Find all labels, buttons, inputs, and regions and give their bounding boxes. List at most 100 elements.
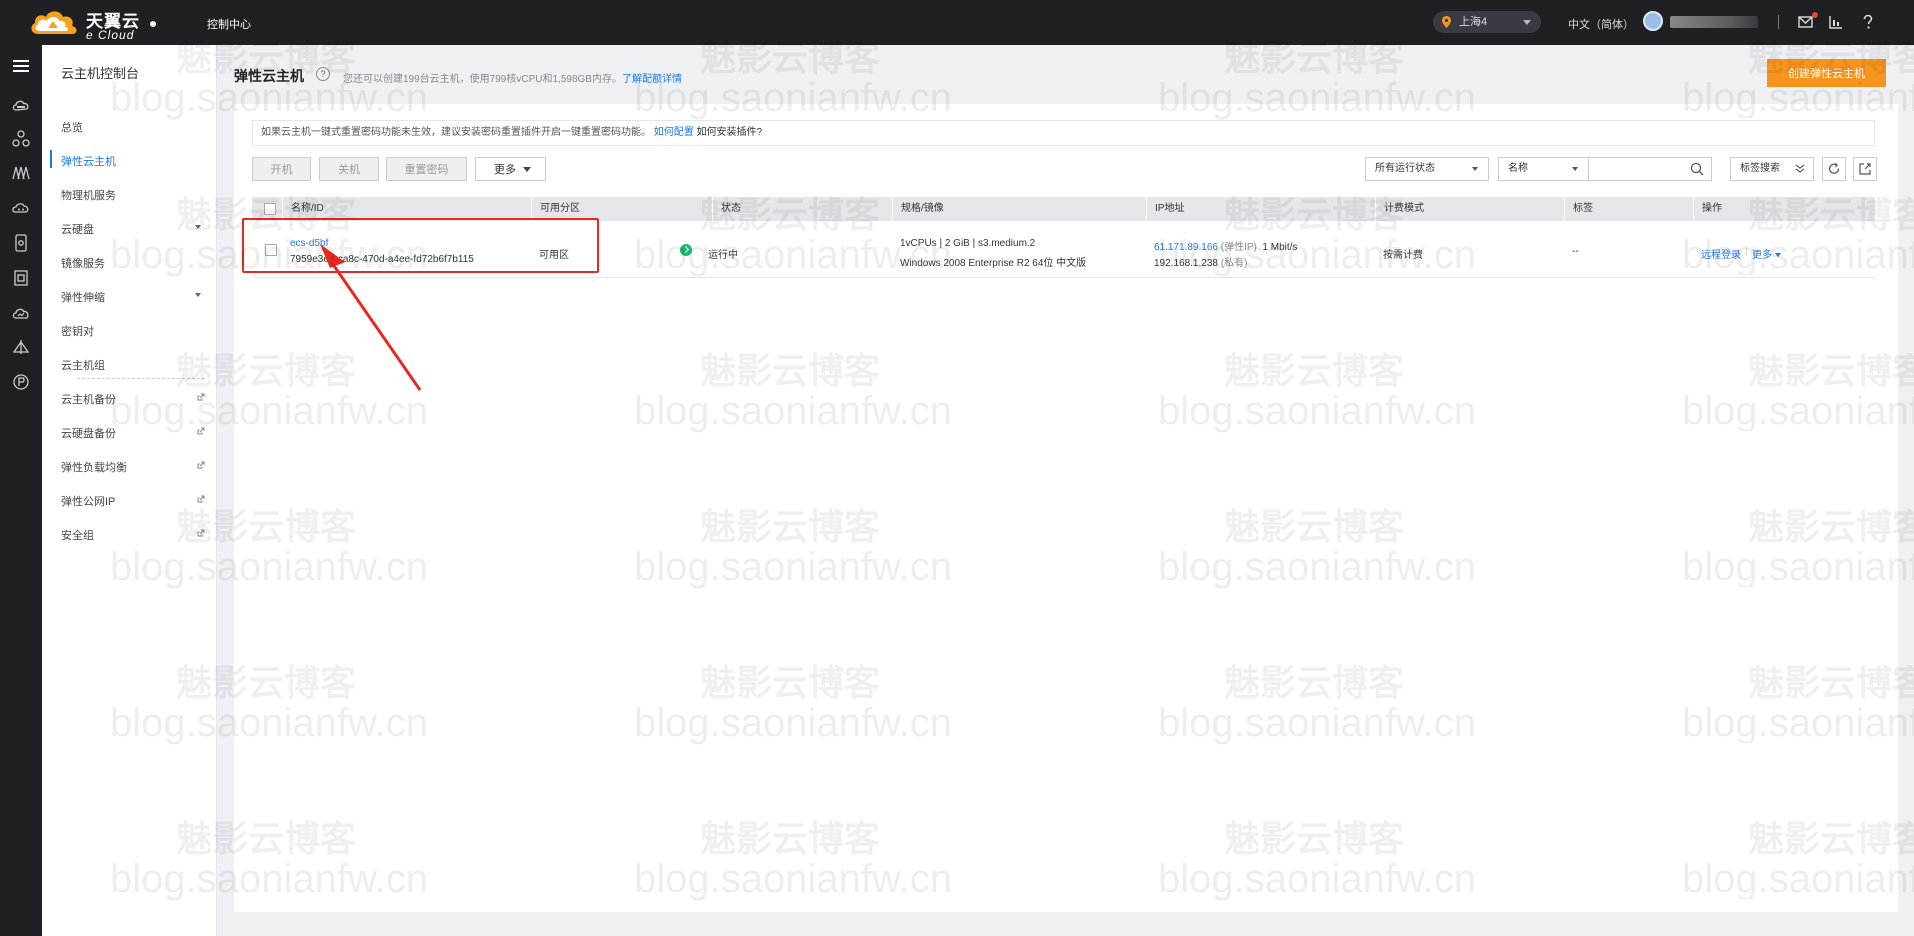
- external-link-icon: [197, 461, 205, 469]
- chevron-down-icon: [195, 293, 201, 297]
- disk-icon[interactable]: [10, 232, 32, 254]
- sidebar-item-load-balancer[interactable]: 弹性负载均衡: [61, 459, 211, 475]
- quota-text: 您还可以创建199台云主机，使用799核vCPU和1,598GB内存。: [343, 74, 622, 85]
- tag-search-label: 标签搜索: [1740, 163, 1780, 174]
- running-status-icon: [680, 244, 692, 256]
- external-link-icon: [197, 529, 205, 537]
- sidebar-item-label: 云硬盘备份: [61, 428, 116, 440]
- sidebar-item-label: 弹性负载均衡: [61, 462, 127, 474]
- private-ip: 192.168.1.238 (私有): [1154, 254, 1247, 269]
- status-text: 运行中: [708, 250, 738, 261]
- chevron-down-icon: [1774, 253, 1781, 258]
- database-icon[interactable]: [10, 197, 32, 219]
- how-to-install-plugin-link[interactable]: 如何安装插件?: [697, 127, 763, 138]
- column-header-actions: 操作: [1693, 197, 1875, 221]
- sidebar-item-image-service[interactable]: 镜像服务: [61, 255, 211, 271]
- user-avatar[interactable]: [1643, 11, 1663, 31]
- quota-details-link[interactable]: 了解配额详情: [622, 74, 682, 85]
- action-separator: |: [1745, 246, 1748, 257]
- row-more-actions[interactable]: 更多: [1752, 246, 1781, 261]
- elastic-ip-link[interactable]: 61.171.89.166: [1154, 242, 1218, 253]
- column-header-spec-image[interactable]: 规格/镜像: [892, 197, 1146, 221]
- region-selector[interactable]: 上海4: [1433, 11, 1541, 33]
- search-field-value: 名称: [1508, 163, 1528, 174]
- external-link-icon: [197, 495, 205, 503]
- logo-english-text: e Cloud: [86, 28, 135, 42]
- search-input[interactable]: [1589, 157, 1712, 181]
- start-button[interactable]: 开机: [252, 157, 311, 181]
- create-server-button[interactable]: 创建弹性云主机: [1767, 59, 1886, 87]
- search-field-select[interactable]: 名称: [1498, 157, 1589, 181]
- column-header-tags[interactable]: 标签: [1564, 197, 1693, 221]
- sidebar-item-label: 镜像服务: [61, 258, 105, 270]
- chevron-down-icon: [523, 167, 531, 172]
- security-icon[interactable]: [10, 267, 32, 289]
- chevron-down-icon: [195, 225, 201, 229]
- private-ip-value: 192.168.1.238: [1154, 258, 1218, 269]
- sidebar-item-label: 弹性云主机: [61, 156, 116, 168]
- sidebar-item-disk-backup[interactable]: 云硬盘备份: [61, 425, 211, 441]
- icon-rail: [0, 45, 42, 936]
- export-button[interactable]: [1853, 157, 1877, 181]
- export-icon: [1859, 163, 1871, 175]
- network-icon[interactable]: [10, 128, 32, 150]
- logo-dot: [150, 21, 156, 27]
- server-spec: 1vCPUs | 2 GiB | s3.medium.2: [900, 238, 1036, 249]
- billing-mode: 按需计费: [1383, 250, 1423, 261]
- ecloud-logo[interactable]: 天翼云 e Cloud: [28, 6, 158, 42]
- console-link[interactable]: 控制中心: [207, 16, 251, 32]
- help-circle-icon[interactable]: ?: [316, 67, 330, 81]
- cloud-monitor-icon[interactable]: [10, 302, 32, 324]
- status-filter-select[interactable]: 所有运行状态: [1365, 157, 1489, 181]
- notice-banner: 如果云主机一键式重置密码功能未生效，建议安装密码重置插件开启一键重置密码功能。 …: [252, 120, 1875, 146]
- tag-search-button[interactable]: 标签搜索: [1730, 157, 1814, 181]
- reset-password-button[interactable]: 重置密码: [386, 157, 467, 181]
- sidebar-item-server-backup[interactable]: 云主机备份: [61, 391, 211, 407]
- cloud-server-icon[interactable]: [10, 94, 32, 116]
- column-header-status[interactable]: 状态: [712, 197, 892, 221]
- menu-icon[interactable]: [10, 55, 32, 77]
- sidebar-item-key-pair[interactable]: 密钥对: [61, 323, 211, 339]
- remote-login-link[interactable]: 远程登录: [1701, 246, 1741, 261]
- bandwidth: 1 Mbit/s: [1262, 242, 1298, 253]
- refresh-button[interactable]: [1822, 157, 1846, 181]
- quota-info: 您还可以创建199台云主机，使用799核vCPU和1,598GB内存。了解配额详…: [343, 70, 682, 85]
- sidenav-title: 云主机控制台: [61, 66, 140, 81]
- sidebar-item-cloud-disk[interactable]: 云硬盘: [61, 221, 211, 237]
- column-header-ip[interactable]: IP地址: [1146, 197, 1375, 221]
- sidebar-item-label: 弹性伸缩: [61, 292, 105, 304]
- chevron-down-icon: [1572, 167, 1578, 171]
- column-header-billing[interactable]: 计费模式: [1375, 197, 1564, 221]
- sidebar-item-server-group[interactable]: 云主机组: [61, 357, 211, 373]
- billing-icon[interactable]: [10, 371, 32, 393]
- bar-chart-icon[interactable]: [1826, 12, 1846, 32]
- storage-icon[interactable]: [10, 162, 32, 184]
- server-image: Windows 2008 Enterprise R2 64位 中文版: [900, 258, 1087, 269]
- private-ip-label: (私有): [1220, 258, 1248, 269]
- external-link-icon: [197, 393, 205, 401]
- page-title: 弹性云主机: [234, 68, 304, 84]
- sidebar-item-auto-scaling[interactable]: 弹性伸缩: [61, 289, 211, 305]
- stop-button[interactable]: 关机: [319, 157, 379, 181]
- select-all-checkbox[interactable]: [264, 203, 276, 215]
- help-icon[interactable]: [1858, 12, 1878, 32]
- deploy-icon[interactable]: [10, 337, 32, 359]
- more-actions-label: 更多: [494, 164, 516, 176]
- sidebar-item-label: 密钥对: [61, 326, 94, 338]
- sidebar-item-elastic-cloud-server[interactable]: 弹性云主机: [61, 153, 211, 169]
- sidebar-item-security-group[interactable]: 安全组: [61, 527, 211, 543]
- sidebar-item-label: 总览: [61, 122, 83, 134]
- sidebar-item-bare-metal[interactable]: 物理机服务: [61, 187, 211, 203]
- username-redacted[interactable]: [1670, 16, 1758, 28]
- divider: [1778, 15, 1779, 29]
- more-actions-button[interactable]: 更多: [475, 157, 546, 181]
- language-switch[interactable]: 中文（简体）: [1568, 16, 1634, 32]
- notification-badge: [1812, 12, 1818, 18]
- sidebar-item-elastic-ip[interactable]: 弹性公网IP: [61, 493, 211, 509]
- chevron-down-icon: [1523, 20, 1531, 25]
- how-to-configure-link[interactable]: 如何配置: [654, 127, 694, 138]
- notice-text: 如果云主机一键式重置密码功能未生效，建议安装密码重置插件开启一键重置密码功能。: [261, 127, 651, 138]
- chevron-down-icon: [1472, 167, 1478, 171]
- search-icon[interactable]: [1690, 162, 1704, 176]
- sidebar-item-overview[interactable]: 总览: [61, 119, 211, 135]
